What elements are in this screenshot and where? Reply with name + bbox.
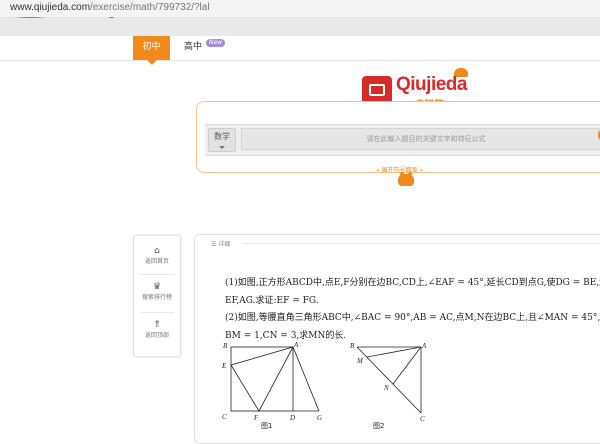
divider xyxy=(140,312,174,313)
fig1-label-g: G xyxy=(317,414,322,421)
divider xyxy=(243,243,600,244)
figure-2-diagram: B A M N C xyxy=(350,342,427,421)
fig1-label-f: F xyxy=(253,414,259,421)
figure-1-caption: 图1 xyxy=(261,422,273,430)
top-nav: 初中 高中 New xyxy=(0,36,600,65)
cat-mascot-icon xyxy=(398,171,414,186)
home-icon: ⌂ xyxy=(154,246,160,256)
search-input[interactable]: 请在此输入题目的关键文字和特征公式 xyxy=(241,128,600,150)
side-toolbar: ⌂ 返回首页 ♛ 搜索排行榜 ⇑ 返回顶部 xyxy=(133,235,181,357)
toolbar-strip xyxy=(0,18,600,36)
back-home-label: 返回首页 xyxy=(144,258,169,265)
url-host: www.qiujieda.com xyxy=(10,2,91,13)
fig1-label-a: A xyxy=(293,341,299,349)
question-line-2: EF,AG.求证:EF = FG. xyxy=(225,296,319,306)
subject-select-label: 数学 xyxy=(214,132,230,141)
fig2-label-c: C xyxy=(420,415,425,421)
back-to-top-button[interactable]: ⇑ 返回顶部 xyxy=(134,320,180,339)
double-chevron-up-icon: ⇑ xyxy=(153,320,161,330)
back-to-top-label: 返回顶部 xyxy=(144,332,169,339)
logo-wordmark: Qiujieda xyxy=(396,74,467,95)
figure-1-diagram: B A E C F D G xyxy=(221,341,322,421)
figure-2-caption: 图2 xyxy=(373,422,385,430)
search-ranking-label: 搜索排行榜 xyxy=(141,294,172,301)
question-line-1: (1)如图,正方形ABCD中,点E,F分别在边BC,CD上,∠EAF = 45°… xyxy=(225,278,600,288)
search-panel: 数学 请在此输入题目的关键文字和特征公式 xyxy=(196,101,600,173)
subject-select[interactable]: 数学 xyxy=(208,128,236,152)
fig1-label-e: E xyxy=(221,362,227,370)
question-detail-card: ☰ 详细 (1)如图,正方形ABCD中,点E,F分别在边BC,CD上,∠EAF … xyxy=(194,234,600,444)
tab-junior-high[interactable]: 初中 xyxy=(133,36,170,65)
fig1-label-d: D xyxy=(289,414,295,421)
fig2-label-b: B xyxy=(350,342,355,350)
question-line-3: (2)如图,等腰直角三角形ABC中,∠BAC = 90°,AB = AC,点M,… xyxy=(225,313,600,323)
tab-senior-high[interactable]: 高中 xyxy=(180,36,206,60)
fig1-label-c: C xyxy=(222,413,227,421)
new-badge: New xyxy=(206,39,226,47)
question-line-4: BM = 1,CN = 3,求MN的长. xyxy=(225,331,347,341)
trophy-icon: ♛ xyxy=(152,282,162,292)
url-path: /exercise/math/799732/?lal xyxy=(90,2,210,13)
fig2-label-n: N xyxy=(383,384,389,392)
search-bar: 数学 请在此输入题目的关键文字和特征公式 xyxy=(205,124,600,156)
fig2-label-a: A xyxy=(421,342,427,350)
divider xyxy=(140,274,174,275)
search-ranking-button[interactable]: ♛ 搜索排行榜 xyxy=(134,282,180,301)
fig2-label-m: M xyxy=(356,357,364,365)
url-text[interactable]: www.qiujieda.com/exercise/math/799732/?l… xyxy=(10,2,210,13)
chevron-down-icon xyxy=(219,146,225,149)
back-home-button[interactable]: ⌂ 返回首页 xyxy=(134,246,180,265)
fig1-label-b: B xyxy=(223,342,228,350)
section-label: ☰ 详细 xyxy=(211,241,231,248)
